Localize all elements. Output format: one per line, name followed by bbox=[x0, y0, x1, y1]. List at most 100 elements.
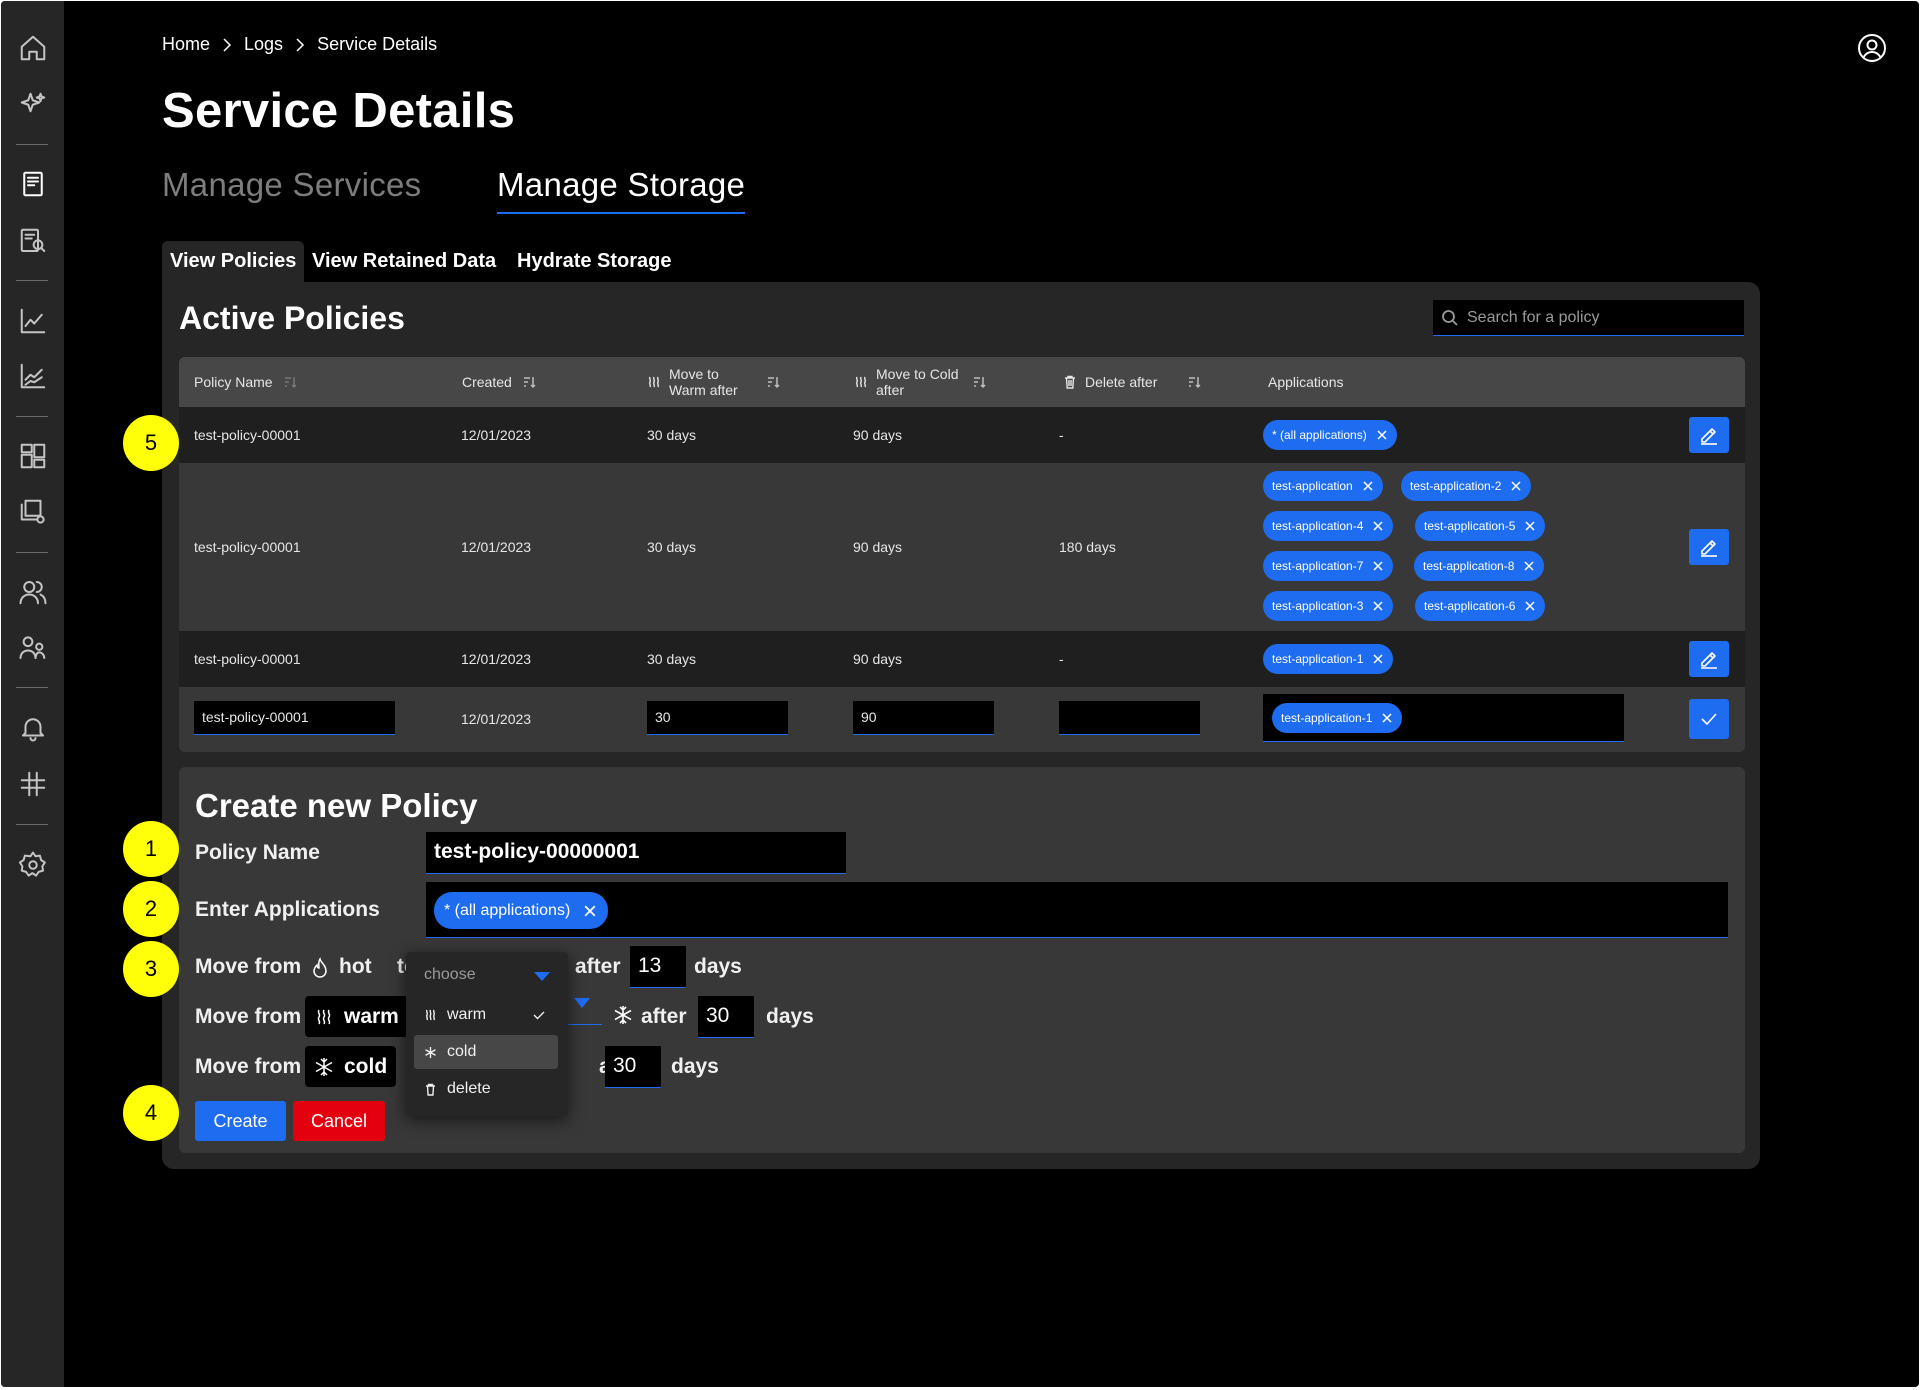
logs-icon[interactable] bbox=[16, 167, 50, 201]
days-label: days bbox=[671, 1055, 719, 1078]
cold-after-input[interactable]: 30 bbox=[605, 1046, 661, 1088]
dropdown-option-warm[interactable]: warm bbox=[414, 998, 558, 1032]
cancel-button[interactable]: Cancel bbox=[293, 1101, 385, 1141]
breadcrumb-current: Service Details bbox=[317, 34, 438, 54]
sort-icon[interactable] bbox=[766, 375, 780, 389]
close-icon[interactable] bbox=[1377, 430, 1387, 440]
close-icon[interactable] bbox=[1382, 713, 1392, 723]
col-label: Move to Cold bbox=[876, 366, 959, 382]
trend-chart-icon[interactable] bbox=[16, 359, 50, 393]
col-move-to-cold[interactable]: Move to Cold after bbox=[854, 357, 987, 407]
after-label: after bbox=[575, 955, 621, 978]
close-icon[interactable] bbox=[1373, 601, 1383, 611]
col-created[interactable]: Created bbox=[462, 357, 536, 407]
cold-after-cell: 90 days bbox=[853, 651, 903, 667]
delete-after-edit-input[interactable] bbox=[1059, 701, 1200, 735]
team-icon[interactable] bbox=[16, 631, 50, 665]
col-label: Move to bbox=[669, 366, 719, 382]
col-label: Policy Name bbox=[194, 374, 273, 390]
sort-icon[interactable] bbox=[522, 375, 536, 389]
subtab-hydrate-storage[interactable]: Hydrate Storage bbox=[509, 241, 680, 282]
tier-label: cold bbox=[344, 1054, 388, 1078]
cold-tier-pill: cold bbox=[305, 1046, 397, 1087]
dropdown-option-cold[interactable]: cold bbox=[414, 1035, 558, 1069]
save-button[interactable] bbox=[1689, 699, 1729, 739]
edit-button[interactable] bbox=[1689, 641, 1729, 677]
dashboard-icon[interactable] bbox=[16, 439, 50, 473]
after-label: after bbox=[641, 1005, 687, 1028]
user-profile-icon[interactable] bbox=[1856, 32, 1888, 64]
dropdown-placeholder-label: choose bbox=[424, 966, 476, 983]
breadcrumb-home[interactable]: Home bbox=[162, 34, 210, 55]
edit-button[interactable] bbox=[1689, 529, 1729, 565]
dropdown-arrow-icon bbox=[534, 972, 550, 981]
log-search-icon[interactable] bbox=[16, 224, 50, 258]
tab-manage-services[interactable]: Manage Services bbox=[162, 166, 421, 204]
breadcrumb-logs[interactable]: Logs bbox=[244, 34, 283, 55]
subtab-view-retained-data[interactable]: View Retained Data bbox=[304, 241, 504, 282]
sort-icon[interactable] bbox=[283, 375, 297, 389]
subtab-view-policies[interactable]: View Policies bbox=[162, 241, 305, 282]
app-chip: * (all applications) bbox=[434, 892, 609, 929]
close-icon[interactable] bbox=[1511, 481, 1521, 491]
policy-name-cell: test-policy-00001 bbox=[194, 651, 301, 667]
app-chip: test-application-2 bbox=[1401, 471, 1532, 501]
col-policy-name[interactable]: Policy Name bbox=[194, 357, 297, 407]
dropdown-arrow-icon[interactable] bbox=[574, 998, 590, 1008]
chip-label: test-application-4 bbox=[1272, 519, 1364, 533]
days-label: days bbox=[694, 955, 742, 978]
search-input[interactable] bbox=[1467, 308, 1727, 327]
close-icon[interactable] bbox=[1373, 561, 1383, 571]
bell-icon[interactable] bbox=[16, 711, 50, 745]
move-from-label: Move from bbox=[195, 955, 302, 978]
warm-after-cell: 30 days bbox=[647, 539, 697, 555]
tier-dropdown-menu[interactable]: choose warm cold delete bbox=[406, 952, 568, 1116]
chip-label: test-application-5 bbox=[1424, 519, 1516, 533]
close-icon[interactable] bbox=[1525, 601, 1535, 611]
create-policy-title: Create new Policy bbox=[195, 787, 478, 824]
warm-after-input[interactable]: 30 bbox=[698, 996, 754, 1038]
app-chip: test-application-3 bbox=[1263, 591, 1394, 621]
hash-icon[interactable] bbox=[16, 767, 50, 801]
search-box[interactable] bbox=[1433, 300, 1744, 336]
close-icon[interactable] bbox=[1363, 481, 1373, 491]
col-move-to-warm[interactable]: Move to Warm after bbox=[647, 357, 780, 407]
close-icon[interactable] bbox=[1373, 521, 1383, 531]
sort-icon[interactable] bbox=[1187, 375, 1201, 389]
line-chart-icon[interactable] bbox=[16, 304, 50, 338]
hot-after-input[interactable]: 13 bbox=[630, 946, 686, 988]
close-icon[interactable] bbox=[1525, 521, 1535, 531]
policy-name-edit-input[interactable]: test-policy-00001 bbox=[194, 701, 395, 735]
edit-button[interactable] bbox=[1689, 417, 1729, 453]
flame-icon bbox=[313, 957, 327, 978]
close-icon[interactable] bbox=[1524, 561, 1534, 571]
app-chip: test-application-8 bbox=[1414, 551, 1545, 581]
sort-icon[interactable] bbox=[972, 375, 987, 389]
close-icon[interactable] bbox=[1373, 654, 1383, 664]
create-button[interactable]: Create bbox=[195, 1101, 286, 1141]
storage-settings-icon[interactable] bbox=[16, 495, 50, 529]
warm-after-edit-input[interactable]: 30 bbox=[647, 701, 788, 735]
gear-icon[interactable] bbox=[16, 848, 50, 882]
close-icon[interactable] bbox=[584, 905, 596, 917]
dropdown-option-delete[interactable]: delete bbox=[414, 1072, 558, 1106]
applications-label: Enter Applications bbox=[195, 898, 380, 921]
cold-after-edit-input[interactable]: 90 bbox=[853, 701, 994, 735]
policy-name-input[interactable]: test-policy-00000001 bbox=[426, 832, 846, 874]
sparkle-icon[interactable] bbox=[16, 88, 50, 122]
pencil-icon bbox=[1701, 428, 1717, 445]
home-icon[interactable] bbox=[16, 31, 50, 65]
checkmark-icon bbox=[1701, 713, 1717, 725]
users-icon[interactable] bbox=[16, 575, 50, 609]
applications-input[interactable]: * (all applications) bbox=[426, 882, 1728, 938]
tab-manage-storage[interactable]: Manage Storage bbox=[497, 166, 746, 214]
col-label: Applications bbox=[1268, 374, 1344, 390]
dropdown-placeholder[interactable]: choose bbox=[406, 952, 568, 998]
delete-after-cell: - bbox=[1059, 427, 1064, 443]
created-cell: 12/01/2023 bbox=[461, 539, 532, 555]
policies-table: Policy Name Created Move to Warm after Mo… bbox=[179, 357, 1745, 752]
checkmark-icon bbox=[533, 1011, 545, 1020]
policy-name-label: Policy Name bbox=[195, 841, 320, 864]
applications-edit-input[interactable]: test-application-1 bbox=[1263, 694, 1624, 742]
col-delete-after[interactable]: Delete after bbox=[1063, 357, 1201, 407]
